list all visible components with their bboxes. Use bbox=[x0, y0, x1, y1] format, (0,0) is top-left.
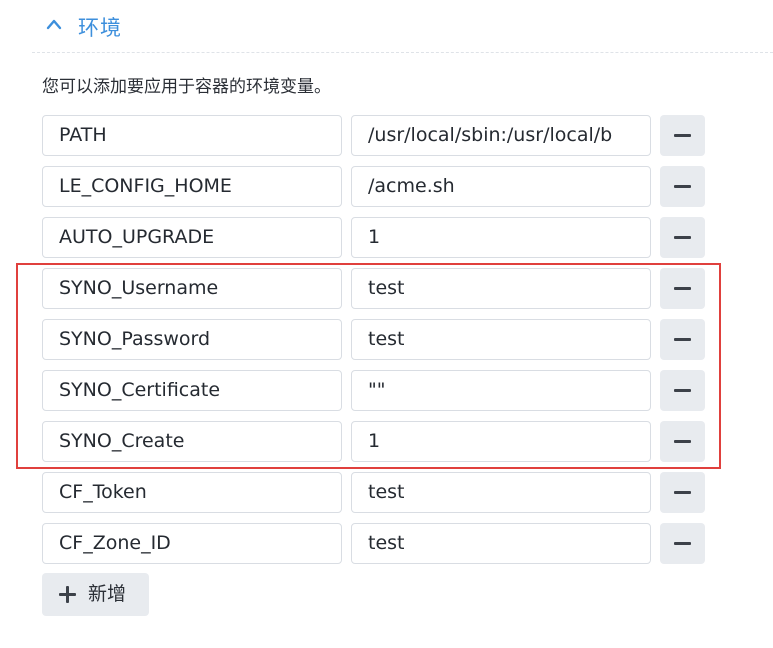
remove-env-var-button[interactable] bbox=[660, 421, 705, 462]
minus-icon bbox=[674, 440, 691, 443]
env-var-value-input[interactable]: /usr/local/sbin:/usr/local/b bbox=[351, 115, 651, 156]
env-var-key-input[interactable]: SYNO_Username bbox=[42, 268, 342, 309]
env-var-row: SYNO_Create 1 bbox=[42, 421, 705, 462]
env-var-value-input[interactable]: 1 bbox=[351, 217, 651, 258]
env-var-key-input[interactable]: SYNO_Certificate bbox=[42, 370, 342, 411]
env-var-key-input[interactable]: SYNO_Password bbox=[42, 319, 342, 360]
add-env-var-button[interactable]: 新增 bbox=[42, 573, 149, 616]
section-title: 环境 bbox=[78, 16, 122, 40]
env-var-row: SYNO_Username test bbox=[42, 268, 705, 309]
section-description: 您可以添加要应用于容器的环境变量。 bbox=[42, 77, 331, 97]
minus-icon bbox=[674, 389, 691, 392]
minus-icon bbox=[674, 491, 691, 494]
env-var-row: SYNO_Password test bbox=[42, 319, 705, 360]
env-var-key-input[interactable]: LE_CONFIG_HOME bbox=[42, 166, 342, 207]
minus-icon bbox=[674, 185, 691, 188]
remove-env-var-button[interactable] bbox=[660, 472, 705, 513]
env-var-value-input[interactable]: 1 bbox=[351, 421, 651, 462]
env-var-key-input[interactable]: CF_Token bbox=[42, 472, 342, 513]
remove-env-var-button[interactable] bbox=[660, 319, 705, 360]
env-var-value-input[interactable]: test bbox=[351, 523, 651, 564]
env-var-key-input[interactable]: PATH bbox=[42, 115, 342, 156]
chevron-up-icon[interactable] bbox=[46, 18, 62, 30]
env-var-value-input[interactable]: /acme.sh bbox=[351, 166, 651, 207]
remove-env-var-button[interactable] bbox=[660, 115, 705, 156]
env-var-value-input[interactable]: test bbox=[351, 268, 651, 309]
environment-section-header[interactable]: 环境 bbox=[32, 0, 773, 53]
minus-icon bbox=[674, 134, 691, 137]
env-var-value-input[interactable]: test bbox=[351, 319, 651, 360]
minus-icon bbox=[674, 338, 691, 341]
env-var-key-input[interactable]: AUTO_UPGRADE bbox=[42, 217, 342, 258]
env-var-key-input[interactable]: SYNO_Create bbox=[42, 421, 342, 462]
add-button-label: 新增 bbox=[88, 583, 127, 605]
env-var-row: SYNO_Certificate "" bbox=[42, 370, 705, 411]
remove-env-var-button[interactable] bbox=[660, 370, 705, 411]
remove-env-var-button[interactable] bbox=[660, 217, 705, 258]
remove-env-var-button[interactable] bbox=[660, 166, 705, 207]
minus-icon bbox=[674, 287, 691, 290]
environment-panel: 环境 您可以添加要应用于容器的环境变量。 PATH /usr/local/sbi… bbox=[0, 0, 773, 648]
remove-env-var-button[interactable] bbox=[660, 268, 705, 309]
env-var-row: PATH /usr/local/sbin:/usr/local/b bbox=[42, 115, 705, 156]
minus-icon bbox=[674, 542, 691, 545]
minus-icon bbox=[674, 236, 691, 239]
env-var-row: CF_Token test bbox=[42, 472, 705, 513]
env-var-row: LE_CONFIG_HOME /acme.sh bbox=[42, 166, 705, 207]
env-var-row: AUTO_UPGRADE 1 bbox=[42, 217, 705, 258]
env-var-value-input[interactable]: test bbox=[351, 472, 651, 513]
env-var-row: CF_Zone_ID test bbox=[42, 523, 705, 564]
remove-env-var-button[interactable] bbox=[660, 523, 705, 564]
env-var-value-input[interactable]: "" bbox=[351, 370, 651, 411]
plus-icon bbox=[59, 586, 76, 603]
env-var-key-input[interactable]: CF_Zone_ID bbox=[42, 523, 342, 564]
